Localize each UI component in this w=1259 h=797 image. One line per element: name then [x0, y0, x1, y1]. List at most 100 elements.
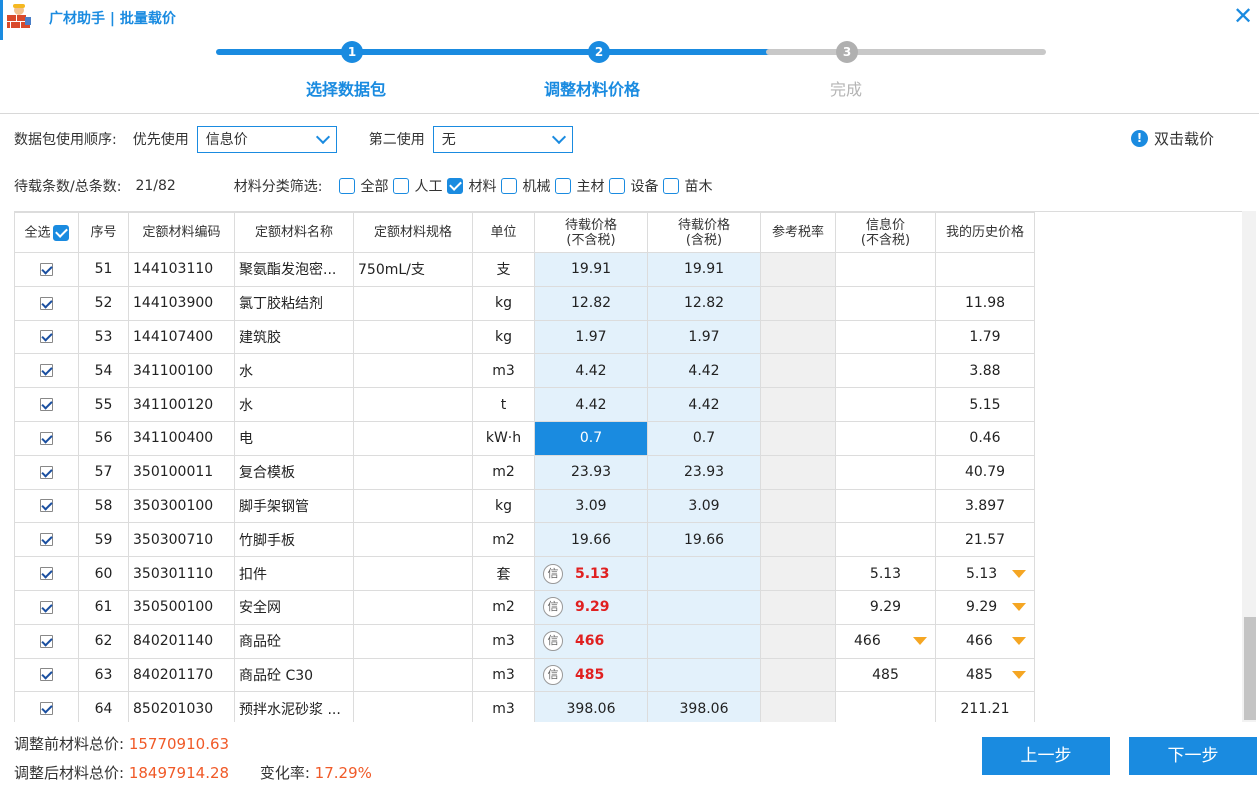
- tax-rate-cell[interactable]: [760, 589, 836, 625]
- price-in-tax-header[interactable]: 待载价格 (含税): [647, 212, 761, 253]
- row-checkbox[interactable]: [40, 398, 53, 412]
- price-ex-tax-cell[interactable]: 信 485: [534, 657, 648, 693]
- table-row[interactable]: 62 840201140 商品砼 m3 信 466 466 466: [14, 623, 1035, 659]
- table-row[interactable]: 55 341100120 水 t 4.42 4.42 5.15: [14, 387, 1035, 422]
- price-ex-tax-cell[interactable]: 4.42: [534, 353, 648, 389]
- price-in-tax-cell[interactable]: [647, 589, 761, 625]
- code-header[interactable]: 定额材料编码: [128, 212, 235, 253]
- close-button[interactable]: ✕: [1230, 4, 1256, 30]
- price-ex-tax-cell[interactable]: 信 9.29: [534, 589, 648, 625]
- row-select-cell[interactable]: [14, 454, 79, 490]
- price-in-tax-cell[interactable]: 19.66: [647, 522, 761, 558]
- tax-rate-cell[interactable]: [760, 691, 836, 722]
- row-select-cell[interactable]: [14, 353, 79, 389]
- category-filter-6[interactable]: 苗木: [662, 176, 717, 196]
- row-select-cell[interactable]: [14, 623, 79, 659]
- row-select-cell[interactable]: [14, 488, 79, 524]
- history-price-header[interactable]: 我的历史价格: [935, 212, 1035, 253]
- category-filter-5[interactable]: 设备: [608, 176, 663, 196]
- price-ex-tax-header[interactable]: 待载价格 (不含税): [534, 212, 648, 253]
- tax-rate-cell[interactable]: [760, 522, 836, 558]
- row-checkbox[interactable]: [40, 634, 53, 648]
- row-checkbox[interactable]: [40, 600, 53, 614]
- history-price-cell[interactable]: 1.79: [935, 319, 1035, 355]
- row-select-cell[interactable]: [14, 319, 79, 355]
- name-header[interactable]: 定额材料名称: [234, 212, 354, 253]
- info-price-cell[interactable]: [835, 387, 936, 422]
- tax-rate-cell[interactable]: [760, 353, 836, 389]
- row-select-cell[interactable]: [14, 420, 79, 456]
- tax-rate-cell[interactable]: [760, 488, 836, 524]
- table-row[interactable]: 64 850201030 预拌水泥砂浆 ... m3 398.06 398.06 211.2…: [14, 691, 1035, 722]
- history-price-cell[interactable]: 5.13: [935, 556, 1035, 591]
- row-checkbox[interactable]: [40, 330, 53, 344]
- price-ex-tax-cell[interactable]: 398.06: [534, 691, 648, 722]
- spec-header[interactable]: 定额材料规格: [353, 212, 473, 253]
- row-checkbox[interactable]: [40, 702, 53, 716]
- price-ex-tax-cell[interactable]: 1.97: [534, 319, 648, 355]
- table-row[interactable]: 63 840201170 商品砼 C30 m3 信 485 485 485: [14, 657, 1035, 693]
- first-use-select[interactable]: 信息价: [196, 125, 337, 153]
- history-price-cell[interactable]: 9.29: [935, 589, 1035, 625]
- info-price-header[interactable]: 信息价 (不含税): [835, 212, 936, 253]
- price-ex-tax-cell[interactable]: 信 466: [534, 623, 648, 659]
- price-in-tax-cell[interactable]: 0.7: [647, 420, 761, 456]
- info-price-source-icon[interactable]: 信: [543, 563, 563, 584]
- price-in-tax-cell[interactable]: [647, 556, 761, 591]
- price-ex-tax-cell[interactable]: 12.82: [534, 285, 648, 321]
- tax-rate-cell[interactable]: [760, 556, 836, 591]
- price-ex-tax-cell[interactable]: 19.91: [534, 252, 648, 287]
- history-price-cell[interactable]: [935, 252, 1035, 287]
- row-select-cell[interactable]: [14, 657, 79, 693]
- category-filter-2[interactable]: 材料: [446, 176, 501, 196]
- category-filter-checkbox[interactable]: [500, 178, 517, 194]
- seq-header[interactable]: 序号: [78, 212, 129, 253]
- info-price-cell[interactable]: [835, 319, 936, 355]
- info-price-cell[interactable]: 9.29: [835, 589, 936, 625]
- tax-rate-cell[interactable]: [760, 454, 836, 490]
- category-filter-0[interactable]: 全部: [338, 176, 393, 196]
- info-price-cell[interactable]: [835, 522, 936, 558]
- table-row[interactable]: 59 350300710 竹脚手板 m2 19.66 19.66 21.57: [14, 522, 1035, 558]
- tax-rate-cell[interactable]: [760, 252, 836, 287]
- price-in-tax-cell[interactable]: 19.91: [647, 252, 761, 287]
- category-filter-3[interactable]: 机械: [500, 176, 555, 196]
- price-ex-tax-cell[interactable]: 信 5.13: [534, 556, 648, 591]
- category-filter-checkbox[interactable]: [392, 178, 409, 194]
- tax-rate-cell[interactable]: [760, 623, 836, 659]
- row-checkbox[interactable]: [40, 262, 53, 276]
- tax-rate-header[interactable]: 参考税率: [760, 212, 836, 253]
- row-checkbox[interactable]: [40, 364, 53, 378]
- row-checkbox[interactable]: [40, 567, 53, 581]
- price-in-tax-cell[interactable]: [647, 657, 761, 693]
- price-in-tax-cell[interactable]: 398.06: [647, 691, 761, 722]
- category-filter-1[interactable]: 人工: [392, 176, 447, 196]
- table-row[interactable]: 53 144107400 建筑胶 kg 1.97 1.97 1.79: [14, 319, 1035, 355]
- tax-rate-cell[interactable]: [760, 285, 836, 321]
- category-filter-checkbox[interactable]: [338, 178, 355, 194]
- row-select-cell[interactable]: [14, 285, 79, 321]
- row-select-cell[interactable]: [14, 589, 79, 625]
- price-ex-tax-cell[interactable]: 0.7: [534, 420, 648, 456]
- tax-rate-cell[interactable]: [760, 420, 836, 456]
- price-ex-tax-cell[interactable]: 23.93: [534, 454, 648, 490]
- dropdown-triangle-icon[interactable]: [1012, 603, 1026, 612]
- tax-rate-cell[interactable]: [760, 387, 836, 422]
- history-price-cell[interactable]: 21.57: [935, 522, 1035, 558]
- price-in-tax-cell[interactable]: 4.42: [647, 353, 761, 389]
- info-price-cell[interactable]: 485: [835, 657, 936, 693]
- select-all-header[interactable]: 全选: [14, 212, 79, 253]
- tax-rate-cell[interactable]: [760, 319, 836, 355]
- row-select-cell[interactable]: [14, 387, 79, 422]
- table-row[interactable]: 52 144103900 氯丁胶粘结剂 kg 12.82 12.82 11.98: [14, 285, 1035, 321]
- info-price-cell[interactable]: [835, 420, 936, 456]
- dropdown-triangle-icon[interactable]: [1012, 637, 1026, 646]
- info-price-source-icon[interactable]: 信: [543, 664, 563, 685]
- category-filter-4[interactable]: 主材: [554, 176, 609, 196]
- tax-rate-cell[interactable]: [760, 657, 836, 693]
- info-price-cell[interactable]: 466: [835, 623, 936, 659]
- row-select-cell[interactable]: [14, 522, 79, 558]
- scrollbar-thumb[interactable]: [1244, 617, 1256, 720]
- history-price-cell[interactable]: 5.15: [935, 387, 1035, 422]
- unit-header[interactable]: 单位: [472, 212, 535, 253]
